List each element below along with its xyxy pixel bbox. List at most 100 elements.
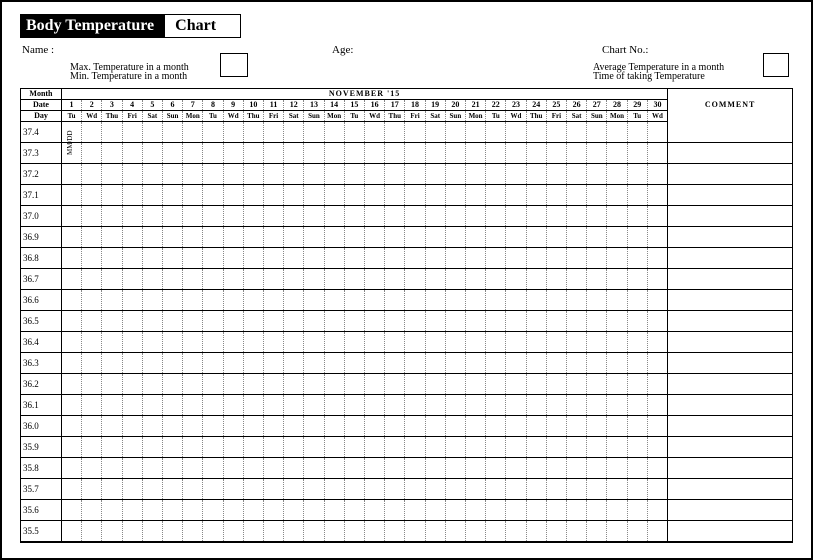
- cell[interactable]: [142, 143, 162, 164]
- cell[interactable]: [385, 395, 405, 416]
- cell[interactable]: [344, 143, 364, 164]
- cell[interactable]: [587, 227, 607, 248]
- comment-cell[interactable]: [668, 332, 792, 353]
- cell[interactable]: [627, 458, 647, 479]
- cell[interactable]: [405, 269, 425, 290]
- cell[interactable]: [304, 416, 324, 437]
- cell[interactable]: [284, 374, 304, 395]
- cell[interactable]: [465, 164, 485, 185]
- cell[interactable]: [142, 395, 162, 416]
- cell[interactable]: [122, 185, 142, 206]
- cell[interactable]: [284, 143, 304, 164]
- cell[interactable]: [344, 185, 364, 206]
- cell[interactable]: [526, 290, 546, 311]
- cell[interactable]: [162, 311, 182, 332]
- cell[interactable]: [486, 290, 506, 311]
- cell[interactable]: [425, 458, 445, 479]
- comment-cell[interactable]: [668, 164, 792, 185]
- cell[interactable]: [61, 164, 81, 185]
- cell[interactable]: [364, 416, 384, 437]
- cell[interactable]: [445, 521, 465, 542]
- cell[interactable]: [304, 500, 324, 521]
- cell[interactable]: [546, 269, 566, 290]
- cell[interactable]: [546, 374, 566, 395]
- cell[interactable]: [344, 227, 364, 248]
- cell[interactable]: [183, 248, 203, 269]
- comment-cell[interactable]: [668, 500, 792, 521]
- cell[interactable]: [223, 185, 243, 206]
- cell[interactable]: [627, 185, 647, 206]
- cell[interactable]: [385, 227, 405, 248]
- cell[interactable]: [122, 227, 142, 248]
- cell[interactable]: [627, 311, 647, 332]
- cell[interactable]: [223, 332, 243, 353]
- comment-cell[interactable]: [668, 269, 792, 290]
- cell[interactable]: [647, 185, 667, 206]
- cell[interactable]: [445, 437, 465, 458]
- cell[interactable]: [122, 269, 142, 290]
- cell[interactable]: [203, 227, 223, 248]
- cell[interactable]: [263, 311, 283, 332]
- cell[interactable]: [627, 143, 647, 164]
- cell[interactable]: [183, 311, 203, 332]
- cell[interactable]: [385, 458, 405, 479]
- cell[interactable]: [263, 332, 283, 353]
- cell[interactable]: [344, 395, 364, 416]
- cell[interactable]: [647, 521, 667, 542]
- cell[interactable]: [162, 248, 182, 269]
- cell[interactable]: [142, 500, 162, 521]
- cell[interactable]: [627, 374, 647, 395]
- cell[interactable]: [526, 122, 546, 143]
- cell[interactable]: [425, 206, 445, 227]
- cell[interactable]: [223, 164, 243, 185]
- cell[interactable]: [122, 248, 142, 269]
- cell[interactable]: [587, 164, 607, 185]
- cell[interactable]: [486, 332, 506, 353]
- cell[interactable]: [526, 458, 546, 479]
- cell[interactable]: [546, 437, 566, 458]
- cell[interactable]: [425, 185, 445, 206]
- cell[interactable]: [162, 479, 182, 500]
- cell[interactable]: [284, 206, 304, 227]
- cell[interactable]: [627, 164, 647, 185]
- cell[interactable]: [486, 143, 506, 164]
- cell[interactable]: [647, 311, 667, 332]
- cell[interactable]: [223, 395, 243, 416]
- cell[interactable]: [607, 122, 627, 143]
- cell[interactable]: [607, 437, 627, 458]
- cell[interactable]: [405, 437, 425, 458]
- cell[interactable]: [425, 122, 445, 143]
- cell[interactable]: [344, 416, 364, 437]
- cell[interactable]: [567, 395, 587, 416]
- cell[interactable]: [82, 122, 102, 143]
- cell[interactable]: [385, 332, 405, 353]
- cell[interactable]: [364, 437, 384, 458]
- cell[interactable]: [465, 206, 485, 227]
- cell[interactable]: [587, 395, 607, 416]
- cell[interactable]: [243, 248, 263, 269]
- cell[interactable]: [607, 206, 627, 227]
- cell[interactable]: [203, 479, 223, 500]
- cell[interactable]: [385, 122, 405, 143]
- cell[interactable]: [567, 437, 587, 458]
- cell[interactable]: [324, 416, 344, 437]
- cell[interactable]: [243, 332, 263, 353]
- cell[interactable]: [385, 269, 405, 290]
- cell[interactable]: [203, 164, 223, 185]
- cell[interactable]: [324, 185, 344, 206]
- cell[interactable]: [546, 479, 566, 500]
- cell[interactable]: [465, 458, 485, 479]
- cell[interactable]: [284, 227, 304, 248]
- cell[interactable]: [324, 458, 344, 479]
- cell[interactable]: [627, 353, 647, 374]
- cell[interactable]: [425, 143, 445, 164]
- cell[interactable]: [546, 353, 566, 374]
- cell[interactable]: [567, 206, 587, 227]
- cell[interactable]: [587, 500, 607, 521]
- cell[interactable]: [465, 185, 485, 206]
- cell[interactable]: [223, 227, 243, 248]
- cell[interactable]: [486, 395, 506, 416]
- cell[interactable]: [162, 164, 182, 185]
- cell[interactable]: [102, 206, 122, 227]
- cell[interactable]: [627, 500, 647, 521]
